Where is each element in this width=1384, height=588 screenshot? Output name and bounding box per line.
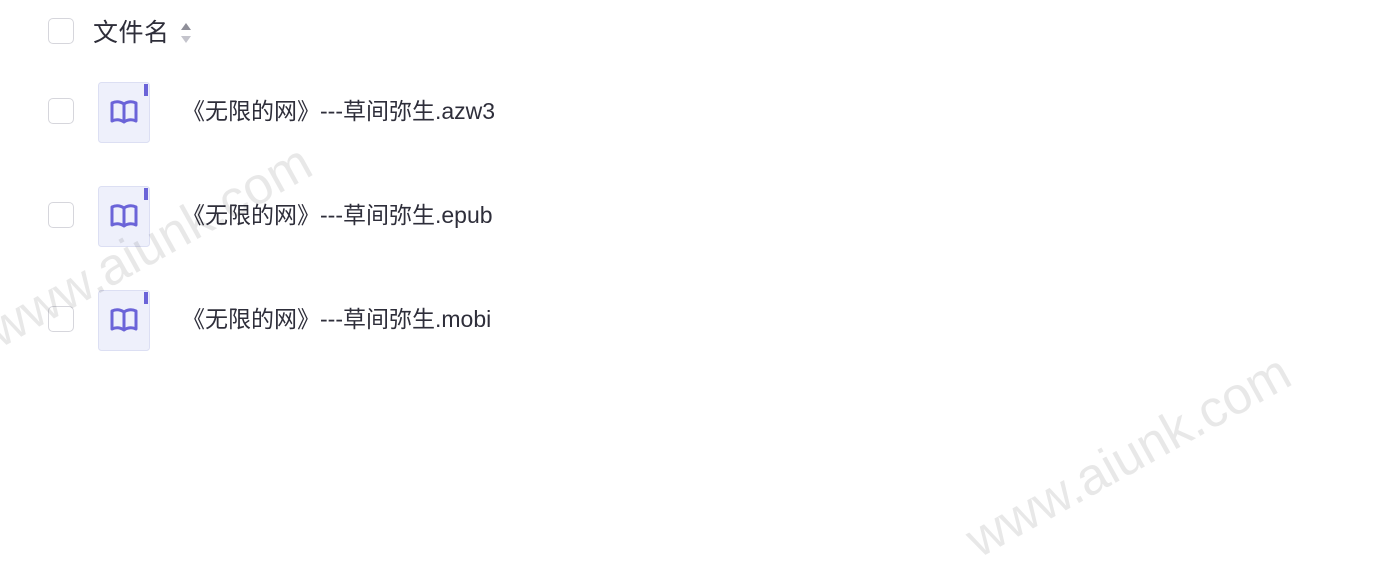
file-row[interactable]: 《无限的网》---草间弥生.epub	[0, 164, 1384, 268]
file-row[interactable]: 《无限的网》---草间弥生.azw3	[0, 60, 1384, 164]
file-name[interactable]: 《无限的网》---草间弥生.azw3	[182, 96, 495, 126]
sort-icon[interactable]	[179, 21, 193, 45]
file-checkbox[interactable]	[48, 202, 74, 228]
ebook-file-icon	[98, 186, 150, 247]
ebook-file-icon	[98, 82, 150, 143]
file-list-header: 文件名	[0, 0, 1384, 66]
file-name[interactable]: 《无限的网》---草间弥生.epub	[182, 200, 493, 230]
ebook-file-icon	[98, 290, 150, 351]
file-checkbox[interactable]	[48, 98, 74, 124]
file-checkbox[interactable]	[48, 306, 74, 332]
file-name[interactable]: 《无限的网》---草间弥生.mobi	[182, 304, 491, 334]
filename-column-header[interactable]: 文件名	[93, 17, 170, 49]
select-all-checkbox[interactable]	[48, 18, 74, 44]
file-row[interactable]: 《无限的网》---草间弥生.mobi	[0, 268, 1384, 372]
watermark-text: www.aiunk.com	[956, 343, 1301, 570]
